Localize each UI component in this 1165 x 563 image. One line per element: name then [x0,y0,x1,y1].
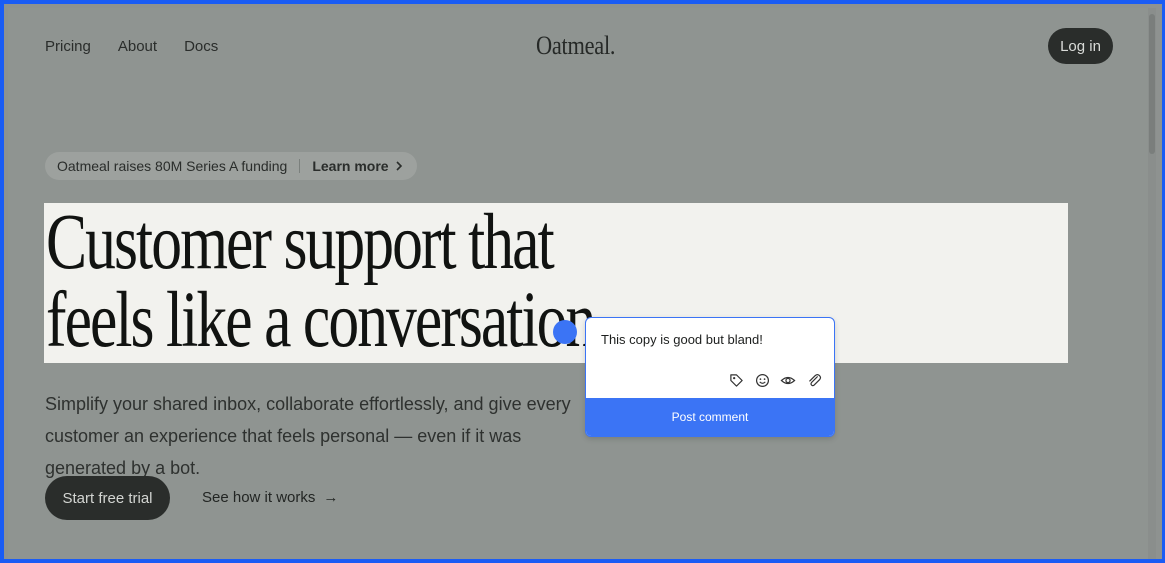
nav-link-about[interactable]: About [118,38,157,55]
chevron-right-icon [395,159,403,174]
comment-popover: This copy is good but bland! Post commen… [585,317,835,437]
tag-icon[interactable] [728,372,744,388]
comment-input[interactable]: This copy is good but bland! [601,332,763,347]
browser-frame: Pricing About Docs Oatmeal. Log in Oatme… [0,0,1165,563]
announcement-pill[interactable]: Oatmeal raises 80M Series A funding Lear… [45,152,417,180]
headline-line-2: feels like a conversation [46,277,596,364]
brand-logo[interactable]: Oatmeal. [536,31,616,61]
headline-line-1: Customer support that [46,199,555,286]
login-button[interactable]: Log in [1048,28,1113,64]
comment-pin[interactable] [553,320,577,344]
nav-link-pricing[interactable]: Pricing [45,38,91,55]
pill-divider [299,159,301,173]
scrollbar-thumb[interactable] [1149,14,1155,154]
hero-headline: Customer support that feels like a conve… [46,199,596,364]
hero-subtext: Simplify your shared inbox, collaborate … [45,394,571,478]
start-trial-button[interactable]: Start free trial [45,476,170,520]
see-how-link[interactable]: See how it works → [202,489,338,506]
paperclip-icon[interactable] [806,372,822,388]
emoji-icon[interactable] [754,372,770,388]
eye-icon[interactable] [780,372,796,388]
page-canvas: Pricing About Docs Oatmeal. Log in Oatme… [8,8,1156,559]
arrow-right-icon: → [323,489,339,506]
comment-toolbar [728,372,822,388]
scrollbar[interactable] [1148,8,1156,559]
see-how-label: See how it works [202,489,316,506]
primary-nav: Pricing About Docs [45,38,218,55]
announcement-text: Oatmeal raises 80M Series A funding [57,158,288,174]
post-comment-button[interactable]: Post comment [586,398,834,436]
learn-more-link[interactable]: Learn more [312,158,388,174]
nav-link-docs[interactable]: Docs [184,38,218,55]
